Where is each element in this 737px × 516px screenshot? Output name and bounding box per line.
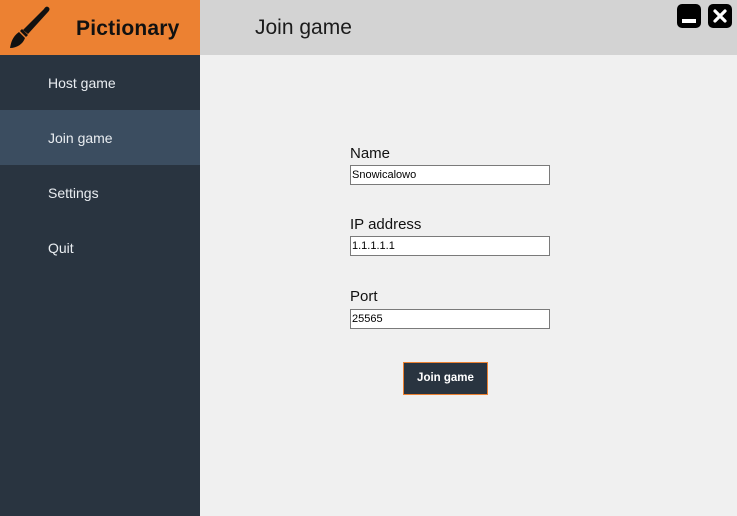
ip-address-field[interactable] (350, 236, 550, 256)
minimize-icon (682, 19, 696, 23)
sidebar: Pictionary Host game Join game Settings … (0, 0, 200, 516)
minimize-button[interactable] (677, 4, 701, 28)
name-field[interactable] (350, 165, 550, 185)
sidebar-item-settings[interactable]: Settings (0, 165, 200, 220)
port-label: Port (350, 288, 378, 305)
sidebar-item-host-game[interactable]: Host game (0, 55, 200, 110)
join-game-button[interactable]: Join game (403, 362, 488, 395)
ip-address-label: IP address (350, 216, 422, 233)
sidebar-item-label: Join game (48, 130, 113, 146)
paintbrush-icon (10, 6, 50, 48)
header-bar: Join game (200, 0, 737, 55)
close-button[interactable] (708, 4, 732, 28)
name-label: Name (350, 145, 391, 162)
sidebar-item-label: Quit (48, 240, 74, 256)
sidebar-item-label: Host game (48, 75, 116, 91)
port-field[interactable] (350, 309, 550, 329)
page-title: Join game (255, 16, 352, 39)
close-icon (713, 9, 727, 23)
app-title: Pictionary (76, 17, 180, 40)
sidebar-item-quit[interactable]: Quit (0, 220, 200, 275)
sidebar-item-join-game[interactable]: Join game (0, 110, 200, 165)
brand-header: Pictionary (0, 0, 200, 55)
sidebar-item-label: Settings (48, 185, 99, 201)
app-window: Pictionary Host game Join game Settings … (0, 0, 737, 516)
